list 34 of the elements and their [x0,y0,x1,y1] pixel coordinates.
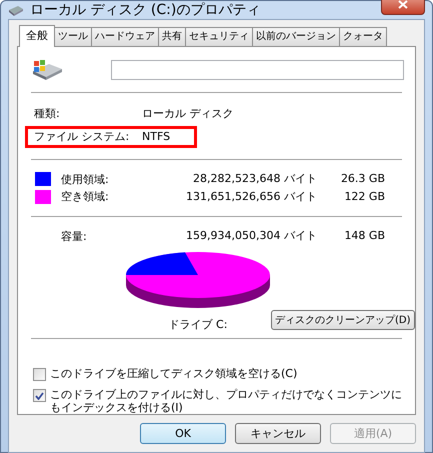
usage-bytes: 28,282,523,648 バイト [192,171,317,188]
info-value: NTFS [142,128,170,145]
drive-label: ドライブ C: [168,317,228,332]
tab[interactable]: クォータ [339,27,387,47]
check-icon [35,392,44,400]
tab[interactable]: 以前のバージョン [252,27,340,47]
usage-size: 122 GB [343,188,385,205]
disk-cleanup-button[interactable]: ディスクのクリーンアップ(D) [271,310,415,330]
capacity-label: 容量: [61,228,88,244]
checkbox[interactable] [33,368,46,382]
usage-label: 空き領域: [61,189,110,204]
tab[interactable]: 全般 [19,25,55,47]
info-label: ファイル システム: [34,128,130,145]
capacity-size: 148 GB [343,228,385,244]
tab[interactable]: ツール [54,27,92,47]
usage-label: 使用領域: [61,172,110,187]
tab[interactable]: セキュリティ [185,27,253,47]
drive-icon [31,59,63,81]
dialog-button[interactable]: OK [140,423,226,444]
checkbox[interactable] [33,389,46,402]
info-label: 種類: [34,106,61,122]
tab[interactable]: 共有 [158,27,186,47]
usage-bytes: 131,651,526,656 バイト [185,188,317,205]
drive-icon [8,4,24,16]
dialog-button[interactable]: キャンセル [235,423,321,444]
usage-size: 26.3 GB [340,171,385,188]
info-value: ローカル ディスク [142,106,234,122]
drive-name-field[interactable] [111,60,404,80]
close-icon [398,0,408,8]
option-label: このドライブ上のファイルに対し、プロパティだけでなくコンテンツにもインデックスを付ける(I) [50,388,403,414]
option-label: このドライブを圧縮してディスク領域を空ける(C) [50,367,298,380]
window-title: ローカル ディスク (C:)のプロパティ [30,1,262,19]
tab[interactable]: ハードウェア [91,27,159,47]
capacity-bytes: 159,934,050,304 バイト [185,228,317,244]
